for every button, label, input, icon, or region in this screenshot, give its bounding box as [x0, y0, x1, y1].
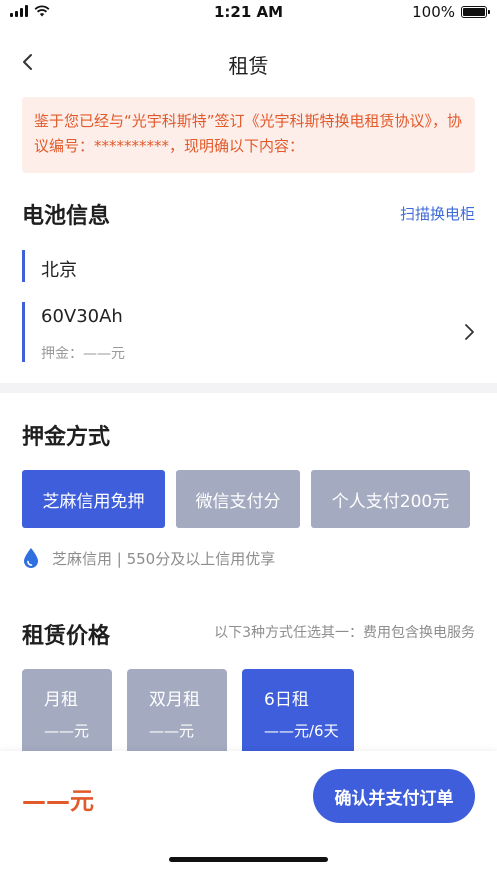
city-indicator-bar: [22, 250, 25, 282]
plan-name: 6日租: [264, 690, 309, 710]
battery-percentage: 100%: [412, 3, 455, 21]
battery-city: 北京: [41, 260, 77, 281]
total-price: ——元: [22, 787, 94, 815]
model-indicator-bar: [22, 302, 25, 362]
water-drop-icon: [24, 548, 38, 568]
deposit-option-zhima[interactable]: 芝麻信用免押: [22, 470, 165, 528]
status-right: 100%: [412, 3, 490, 21]
status-bar: 1:21 AM 100%: [0, 0, 497, 26]
nav-bar: 租赁: [0, 40, 497, 84]
section-divider: [0, 383, 497, 393]
plan-price: ——元/6天: [264, 722, 339, 740]
plan-bimonthly[interactable]: 双月租 ——元: [127, 669, 227, 751]
zhima-note-text: 芝麻信用 | 550分及以上信用优享: [52, 549, 276, 568]
deposit-option-wechat[interactable]: 微信支付分: [176, 470, 300, 528]
notice-text: 鉴于您已经与“光宇科斯特”签订《光宇科斯特换电租赁协议》，协议编号：******…: [34, 112, 463, 155]
plan-price: ——元: [44, 722, 90, 740]
page-title: 租赁: [228, 54, 269, 78]
battery-icon: [461, 6, 490, 18]
plan-price: ——元: [149, 722, 195, 740]
scan-cabinet-link[interactable]: 扫描换电柜: [400, 203, 475, 224]
battery-model[interactable]: 60V30Ah: [41, 306, 123, 327]
deposit-method-title: 押金方式: [22, 425, 111, 450]
plan-monthly[interactable]: 月租 ——元: [22, 669, 112, 751]
plan-6day[interactable]: 6日租 ——元/6天: [242, 669, 354, 751]
battery-info-title: 电池信息: [22, 204, 111, 229]
battery-deposit: 押金：——元: [41, 346, 125, 362]
deposit-option-personal[interactable]: 个人支付200元: [311, 470, 470, 528]
chevron-right-icon[interactable]: [459, 321, 479, 343]
home-indicator[interactable]: [169, 857, 328, 862]
bottom-bar: ——元 确认并支付订单: [0, 751, 497, 883]
plan-name: 双月租: [149, 690, 200, 710]
confirm-pay-button[interactable]: 确认并支付订单: [313, 769, 475, 823]
rental-price-hint: 以下3种方式任选其一：费用包含换电服务: [214, 625, 475, 641]
agreement-notice: 鉴于您已经与“光宇科斯特”签订《光宇科斯特换电租赁协议》，协议编号：******…: [22, 97, 475, 173]
plan-name: 月租: [44, 690, 78, 710]
rental-price-title: 租赁价格: [22, 624, 111, 649]
zhima-note: 芝麻信用 | 550分及以上信用优享: [22, 547, 275, 569]
